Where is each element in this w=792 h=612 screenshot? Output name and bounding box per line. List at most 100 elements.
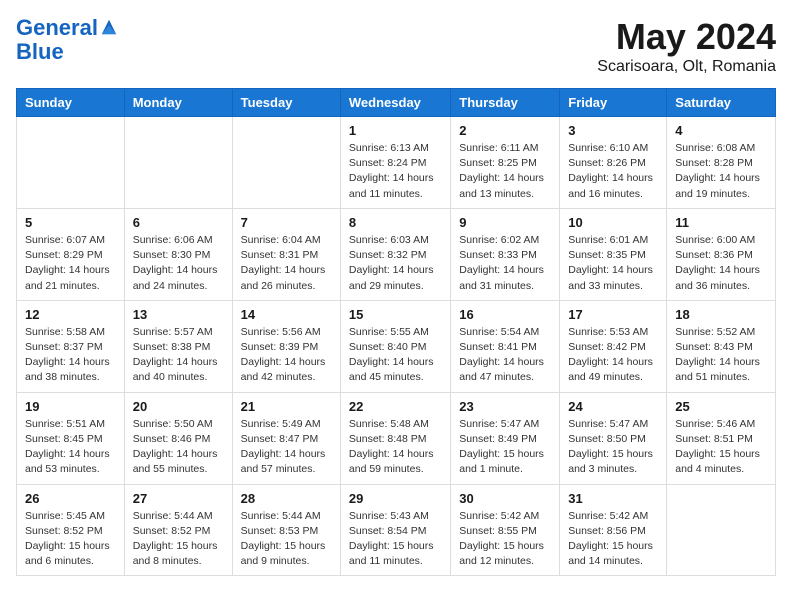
- day-number: 8: [349, 215, 442, 230]
- weekday-header: Friday: [560, 89, 667, 117]
- calendar-week-row: 1 Sunrise: 6:13 AMSunset: 8:24 PMDaylight…: [17, 117, 776, 209]
- day-info: Sunrise: 5:56 AMSunset: 8:39 PMDaylight:…: [241, 325, 332, 386]
- calendar-cell: 12 Sunrise: 5:58 AMSunset: 8:37 PMDayligh…: [17, 300, 125, 392]
- day-number: 29: [349, 491, 442, 506]
- day-number: 10: [568, 215, 658, 230]
- calendar-cell: 30Sunrise: 5:42 AMSunset: 8:55 PMDayligh…: [451, 484, 560, 576]
- calendar-cell: 8 Sunrise: 6:03 AMSunset: 8:32 PMDaylight…: [340, 208, 450, 300]
- weekday-header: Sunday: [17, 89, 125, 117]
- day-info: Sunrise: 5:50 AMSunset: 8:46 PMDaylight:…: [133, 417, 224, 478]
- day-number: 16: [459, 307, 551, 322]
- month-title: May 2024: [597, 16, 776, 58]
- calendar-week-row: 19Sunrise: 5:51 AMSunset: 8:45 PMDayligh…: [17, 392, 776, 484]
- calendar-cell: 29 Sunrise: 5:43 AMSunset: 8:54 PMDayligh…: [340, 484, 450, 576]
- day-info: Sunrise: 6:02 AMSunset: 8:33 PMDaylight:…: [459, 233, 551, 294]
- day-info: Sunrise: 5:46 AMSunset: 8:51 PMDaylight:…: [675, 417, 767, 478]
- day-number: 24: [568, 399, 658, 414]
- day-info: Sunrise: 5:44 AMSunset: 8:52 PMDaylight:…: [133, 509, 224, 570]
- calendar-week-row: 5Sunrise: 6:07 AMSunset: 8:29 PMDaylight…: [17, 208, 776, 300]
- day-number: 31: [568, 491, 658, 506]
- calendar-cell: 20Sunrise: 5:50 AMSunset: 8:46 PMDayligh…: [124, 392, 232, 484]
- calendar-table: SundayMondayTuesdayWednesdayThursdayFrid…: [16, 88, 776, 576]
- day-number: 28: [241, 491, 332, 506]
- calendar-cell: 7Sunrise: 6:04 AMSunset: 8:31 PMDaylight…: [232, 208, 340, 300]
- day-info: Sunrise: 5:47 AMSunset: 8:50 PMDaylight:…: [568, 417, 658, 478]
- day-number: 17: [568, 307, 658, 322]
- calendar-cell: 1 Sunrise: 6:13 AMSunset: 8:24 PMDaylight…: [340, 117, 450, 209]
- calendar-cell: 23 Sunrise: 5:47 AMSunset: 8:49 PMDayligh…: [451, 392, 560, 484]
- day-number: 23: [459, 399, 551, 414]
- day-number: 14: [241, 307, 332, 322]
- day-number: 7: [241, 215, 332, 230]
- calendar-cell: 25 Sunrise: 5:46 AMSunset: 8:51 PMDayligh…: [667, 392, 776, 484]
- day-info: Sunrise: 5:57 AMSunset: 8:38 PMDaylight:…: [133, 325, 224, 386]
- logo-text-blue: Blue: [16, 40, 118, 64]
- logo-icon: [100, 18, 118, 36]
- calendar-cell: [232, 117, 340, 209]
- calendar-cell: 13 Sunrise: 5:57 AMSunset: 8:38 PMDayligh…: [124, 300, 232, 392]
- calendar-cell: [124, 117, 232, 209]
- day-number: 11: [675, 215, 767, 230]
- day-info: Sunrise: 5:49 AMSunset: 8:47 PMDaylight:…: [241, 417, 332, 478]
- location: Scarisoara, Olt, Romania: [597, 58, 776, 76]
- day-number: 2: [459, 123, 551, 138]
- day-info: Sunrise: 5:43 AMSunset: 8:54 PMDaylight:…: [349, 509, 442, 570]
- calendar-cell: 24 Sunrise: 5:47 AMSunset: 8:50 PMDayligh…: [560, 392, 667, 484]
- calendar-cell: 4 Sunrise: 6:08 AMSunset: 8:28 PMDaylight…: [667, 117, 776, 209]
- day-info: Sunrise: 5:58 AMSunset: 8:37 PMDaylight:…: [25, 325, 116, 386]
- day-info: Sunrise: 6:06 AMSunset: 8:30 PMDaylight:…: [133, 233, 224, 294]
- calendar-week-row: 12 Sunrise: 5:58 AMSunset: 8:37 PMDayligh…: [17, 300, 776, 392]
- calendar-cell: [17, 117, 125, 209]
- weekday-header: Monday: [124, 89, 232, 117]
- calendar-cell: 31Sunrise: 5:42 AMSunset: 8:56 PMDayligh…: [560, 484, 667, 576]
- calendar-cell: 11Sunrise: 6:00 AMSunset: 8:36 PMDayligh…: [667, 208, 776, 300]
- day-info: Sunrise: 6:08 AMSunset: 8:28 PMDaylight:…: [675, 141, 767, 202]
- calendar-cell: 26Sunrise: 5:45 AMSunset: 8:52 PMDayligh…: [17, 484, 125, 576]
- day-info: Sunrise: 5:42 AMSunset: 8:55 PMDaylight:…: [459, 509, 551, 570]
- day-info: Sunrise: 5:44 AMSunset: 8:53 PMDaylight:…: [241, 509, 332, 570]
- day-number: 25: [675, 399, 767, 414]
- day-info: Sunrise: 6:03 AMSunset: 8:32 PMDaylight:…: [349, 233, 442, 294]
- calendar-cell: 6 Sunrise: 6:06 AMSunset: 8:30 PMDaylight…: [124, 208, 232, 300]
- day-number: 27: [133, 491, 224, 506]
- day-number: 9: [459, 215, 551, 230]
- day-info: Sunrise: 5:48 AMSunset: 8:48 PMDaylight:…: [349, 417, 442, 478]
- calendar-header-row: SundayMondayTuesdayWednesdayThursdayFrid…: [17, 89, 776, 117]
- day-number: 22: [349, 399, 442, 414]
- day-number: 15: [349, 307, 442, 322]
- title-block: May 2024 Scarisoara, Olt, Romania: [597, 16, 776, 76]
- day-info: Sunrise: 5:52 AMSunset: 8:43 PMDaylight:…: [675, 325, 767, 386]
- day-info: Sunrise: 5:45 AMSunset: 8:52 PMDaylight:…: [25, 509, 116, 570]
- calendar-cell: 16 Sunrise: 5:54 AMSunset: 8:41 PMDayligh…: [451, 300, 560, 392]
- calendar-cell: 21Sunrise: 5:49 AMSunset: 8:47 PMDayligh…: [232, 392, 340, 484]
- day-info: Sunrise: 6:13 AMSunset: 8:24 PMDaylight:…: [349, 141, 442, 202]
- day-number: 3: [568, 123, 658, 138]
- calendar-cell: 19Sunrise: 5:51 AMSunset: 8:45 PMDayligh…: [17, 392, 125, 484]
- day-number: 18: [675, 307, 767, 322]
- day-number: 4: [675, 123, 767, 138]
- day-number: 13: [133, 307, 224, 322]
- page-header: General Blue May 2024 Scarisoara, Olt, R…: [16, 16, 776, 76]
- calendar-cell: 5Sunrise: 6:07 AMSunset: 8:29 PMDaylight…: [17, 208, 125, 300]
- day-number: 19: [25, 399, 116, 414]
- day-number: 12: [25, 307, 116, 322]
- calendar-cell: [667, 484, 776, 576]
- weekday-header: Wednesday: [340, 89, 450, 117]
- calendar-cell: 9 Sunrise: 6:02 AMSunset: 8:33 PMDaylight…: [451, 208, 560, 300]
- day-info: Sunrise: 5:53 AMSunset: 8:42 PMDaylight:…: [568, 325, 658, 386]
- day-info: Sunrise: 6:01 AMSunset: 8:35 PMDaylight:…: [568, 233, 658, 294]
- day-number: 6: [133, 215, 224, 230]
- day-info: Sunrise: 5:47 AMSunset: 8:49 PMDaylight:…: [459, 417, 551, 478]
- calendar-cell: 22 Sunrise: 5:48 AMSunset: 8:48 PMDayligh…: [340, 392, 450, 484]
- day-number: 5: [25, 215, 116, 230]
- calendar-cell: 27 Sunrise: 5:44 AMSunset: 8:52 PMDayligh…: [124, 484, 232, 576]
- calendar-cell: 14 Sunrise: 5:56 AMSunset: 8:39 PMDayligh…: [232, 300, 340, 392]
- day-number: 1: [349, 123, 442, 138]
- day-info: Sunrise: 6:11 AMSunset: 8:25 PMDaylight:…: [459, 141, 551, 202]
- day-info: Sunrise: 6:10 AMSunset: 8:26 PMDaylight:…: [568, 141, 658, 202]
- logo: General Blue: [16, 16, 118, 64]
- day-info: Sunrise: 5:54 AMSunset: 8:41 PMDaylight:…: [459, 325, 551, 386]
- calendar-week-row: 26Sunrise: 5:45 AMSunset: 8:52 PMDayligh…: [17, 484, 776, 576]
- calendar-cell: 10 Sunrise: 6:01 AMSunset: 8:35 PMDayligh…: [560, 208, 667, 300]
- calendar-cell: 3 Sunrise: 6:10 AMSunset: 8:26 PMDaylight…: [560, 117, 667, 209]
